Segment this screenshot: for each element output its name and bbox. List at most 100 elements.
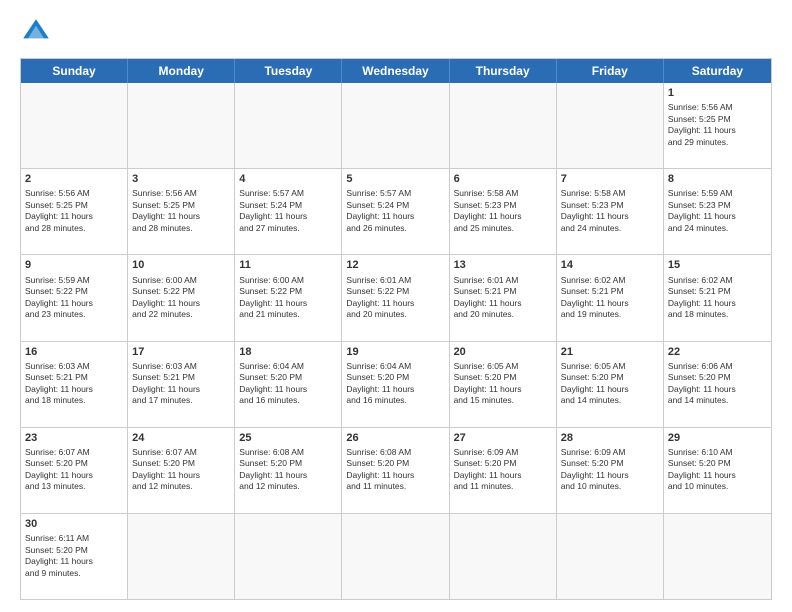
day-number: 13 [454, 258, 552, 272]
calendar-cell [342, 514, 449, 599]
page: SundayMondayTuesdayWednesdayThursdayFrid… [0, 0, 792, 612]
calendar-cell: 6Sunrise: 5:58 AM Sunset: 5:23 PM Daylig… [450, 169, 557, 254]
calendar-row-4: 23 Sunrise: 6:07 AM Sunset: 5:20 PM Dayli… [21, 428, 771, 514]
cell-info: Sunrise: 6:05 AM Sunset: 5:20 PM Dayligh… [454, 361, 552, 407]
calendar-cell: 1 Sunrise: 5:56 AM Sunset: 5:25 PM Daylig… [664, 83, 771, 168]
day-number: 16 [25, 345, 123, 359]
cell-info: Sunrise: 5:56 AM Sunset: 5:25 PM Dayligh… [132, 188, 230, 234]
cell-info: Sunrise: 5:58 AM Sunset: 5:23 PM Dayligh… [561, 188, 659, 234]
day-number: 19 [346, 345, 444, 359]
calendar-cell [128, 83, 235, 168]
cell-info: Sunrise: 6:07 AM Sunset: 5:20 PM Dayligh… [132, 447, 230, 493]
cell-info: Sunrise: 6:06 AM Sunset: 5:20 PM Dayligh… [668, 361, 767, 407]
calendar-row-5: 30Sunrise: 6:11 AM Sunset: 5:20 PM Dayli… [21, 514, 771, 599]
weekday-header-monday: Monday [128, 59, 235, 83]
day-number: 9 [25, 258, 123, 272]
calendar-cell: 28 Sunrise: 6:09 AM Sunset: 5:20 PM Dayli… [557, 428, 664, 513]
calendar-cell [342, 83, 449, 168]
calendar-cell: 12 Sunrise: 6:01 AM Sunset: 5:22 PM Dayli… [342, 255, 449, 340]
cell-info: Sunrise: 6:09 AM Sunset: 5:20 PM Dayligh… [561, 447, 659, 493]
day-number: 3 [132, 172, 230, 186]
cell-info: Sunrise: 5:56 AM Sunset: 5:25 PM Dayligh… [668, 102, 767, 148]
cell-info: Sunrise: 6:01 AM Sunset: 5:21 PM Dayligh… [454, 275, 552, 321]
day-number: 12 [346, 258, 444, 272]
calendar-cell: 5 Sunrise: 5:57 AM Sunset: 5:24 PM Daylig… [342, 169, 449, 254]
calendar-body: 1 Sunrise: 5:56 AM Sunset: 5:25 PM Daylig… [21, 83, 771, 599]
day-number: 7 [561, 172, 659, 186]
cell-info: Sunrise: 6:10 AM Sunset: 5:20 PM Dayligh… [668, 447, 767, 493]
calendar-row-0: 1 Sunrise: 5:56 AM Sunset: 5:25 PM Daylig… [21, 83, 771, 169]
calendar-cell: 20Sunrise: 6:05 AM Sunset: 5:20 PM Dayli… [450, 342, 557, 427]
calendar-cell: 22 Sunrise: 6:06 AM Sunset: 5:20 PM Dayli… [664, 342, 771, 427]
cell-info: Sunrise: 6:03 AM Sunset: 5:21 PM Dayligh… [132, 361, 230, 407]
cell-info: Sunrise: 6:02 AM Sunset: 5:21 PM Dayligh… [668, 275, 767, 321]
calendar-cell: 23Sunrise: 6:07 AM Sunset: 5:20 PM Dayli… [21, 428, 128, 513]
calendar-cell: 18 Sunrise: 6:04 AM Sunset: 5:20 PM Dayli… [235, 342, 342, 427]
day-number: 10 [132, 258, 230, 272]
day-number: 22 [668, 345, 767, 359]
day-number: 11 [239, 258, 337, 272]
calendar-cell [450, 83, 557, 168]
calendar-cell: 21 Sunrise: 6:05 AM Sunset: 5:20 PM Dayli… [557, 342, 664, 427]
day-number: 28 [561, 431, 659, 445]
day-number: 6 [454, 172, 552, 186]
calendar-cell: 4Sunrise: 5:57 AM Sunset: 5:24 PM Daylig… [235, 169, 342, 254]
calendar-cell: 10Sunrise: 6:00 AM Sunset: 5:22 PM Dayli… [128, 255, 235, 340]
calendar-cell [235, 83, 342, 168]
weekday-header-saturday: Saturday [664, 59, 771, 83]
cell-info: Sunrise: 6:08 AM Sunset: 5:20 PM Dayligh… [346, 447, 444, 493]
weekday-header-tuesday: Tuesday [235, 59, 342, 83]
cell-info: Sunrise: 6:02 AM Sunset: 5:21 PM Dayligh… [561, 275, 659, 321]
day-number: 24 [132, 431, 230, 445]
calendar-cell: 29 Sunrise: 6:10 AM Sunset: 5:20 PM Dayli… [664, 428, 771, 513]
calendar-cell: 17 Sunrise: 6:03 AM Sunset: 5:21 PM Dayli… [128, 342, 235, 427]
day-number: 25 [239, 431, 337, 445]
day-number: 18 [239, 345, 337, 359]
header [20, 16, 772, 48]
cell-info: Sunrise: 6:03 AM Sunset: 5:21 PM Dayligh… [25, 361, 123, 407]
cell-info: Sunrise: 5:57 AM Sunset: 5:24 PM Dayligh… [346, 188, 444, 234]
calendar-cell [235, 514, 342, 599]
calendar-cell: 13 Sunrise: 6:01 AM Sunset: 5:21 PM Dayli… [450, 255, 557, 340]
calendar-cell: 26Sunrise: 6:08 AM Sunset: 5:20 PM Dayli… [342, 428, 449, 513]
calendar-cell [450, 514, 557, 599]
day-number: 2 [25, 172, 123, 186]
day-number: 17 [132, 345, 230, 359]
calendar-cell: 15 Sunrise: 6:02 AM Sunset: 5:21 PM Dayli… [664, 255, 771, 340]
cell-info: Sunrise: 6:01 AM Sunset: 5:22 PM Dayligh… [346, 275, 444, 321]
cell-info: Sunrise: 5:59 AM Sunset: 5:22 PM Dayligh… [25, 275, 123, 321]
calendar-cell [557, 514, 664, 599]
cell-info: Sunrise: 6:04 AM Sunset: 5:20 PM Dayligh… [239, 361, 337, 407]
calendar-cell [21, 83, 128, 168]
day-number: 27 [454, 431, 552, 445]
cell-info: Sunrise: 5:57 AM Sunset: 5:24 PM Dayligh… [239, 188, 337, 234]
logo-icon [20, 16, 52, 48]
calendar-row-2: 9 Sunrise: 5:59 AM Sunset: 5:22 PM Daylig… [21, 255, 771, 341]
day-number: 1 [668, 86, 767, 100]
calendar-cell: 8 Sunrise: 5:59 AM Sunset: 5:23 PM Daylig… [664, 169, 771, 254]
cell-info: Sunrise: 6:08 AM Sunset: 5:20 PM Dayligh… [239, 447, 337, 493]
day-number: 5 [346, 172, 444, 186]
weekday-header-friday: Friday [557, 59, 664, 83]
calendar-cell: 3 Sunrise: 5:56 AM Sunset: 5:25 PM Daylig… [128, 169, 235, 254]
day-number: 15 [668, 258, 767, 272]
calendar-cell: 16 Sunrise: 6:03 AM Sunset: 5:21 PM Dayli… [21, 342, 128, 427]
logo [20, 16, 56, 48]
day-number: 23 [25, 431, 123, 445]
day-number: 21 [561, 345, 659, 359]
calendar-cell [128, 514, 235, 599]
calendar: SundayMondayTuesdayWednesdayThursdayFrid… [20, 58, 772, 600]
day-number: 29 [668, 431, 767, 445]
calendar-cell [557, 83, 664, 168]
cell-info: Sunrise: 5:59 AM Sunset: 5:23 PM Dayligh… [668, 188, 767, 234]
calendar-cell: 11Sunrise: 6:00 AM Sunset: 5:22 PM Dayli… [235, 255, 342, 340]
cell-info: Sunrise: 6:09 AM Sunset: 5:20 PM Dayligh… [454, 447, 552, 493]
weekday-header-thursday: Thursday [450, 59, 557, 83]
day-number: 30 [25, 517, 123, 531]
cell-info: Sunrise: 6:05 AM Sunset: 5:20 PM Dayligh… [561, 361, 659, 407]
calendar-row-1: 2 Sunrise: 5:56 AM Sunset: 5:25 PM Daylig… [21, 169, 771, 255]
weekday-header-sunday: Sunday [21, 59, 128, 83]
calendar-row-3: 16 Sunrise: 6:03 AM Sunset: 5:21 PM Dayli… [21, 342, 771, 428]
calendar-cell: 14Sunrise: 6:02 AM Sunset: 5:21 PM Dayli… [557, 255, 664, 340]
day-number: 8 [668, 172, 767, 186]
